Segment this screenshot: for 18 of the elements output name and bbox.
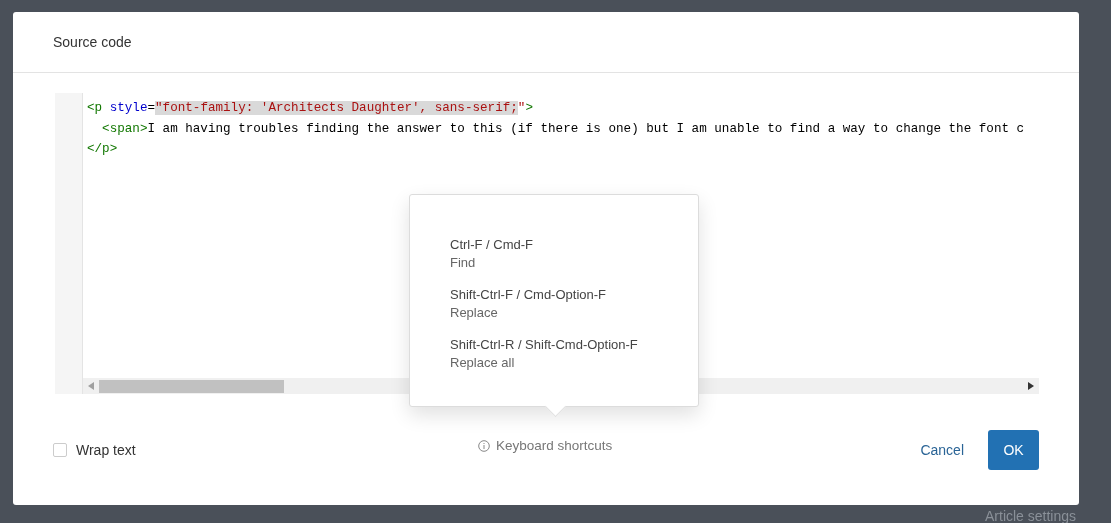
shortcut-keys: Shift-Ctrl-R / Shift-Cmd-Option-F: [450, 337, 658, 352]
scrollbar-thumb[interactable]: [99, 379, 284, 393]
wrap-text-label[interactable]: Wrap text: [76, 441, 136, 458]
shortcut-keys: Shift-Ctrl-F / Cmd-Option-F: [450, 287, 658, 302]
cancel-link[interactable]: Cancel: [920, 441, 964, 458]
code-line: </p>: [87, 141, 118, 158]
shortcut-action: Replace all: [450, 355, 516, 370]
info-icon: [478, 439, 490, 452]
code-line: <span>I am having troubles finding the answer to this (if there is one) but I am unable to find a way to change the font c: [101, 120, 1025, 138]
shortcut-keys: Ctrl-F / Cmd-F: [450, 237, 658, 252]
panel-label: Article settings: [985, 508, 1077, 523]
ok-button[interactable]: OK: [988, 429, 1039, 470]
code-line: <p style="font-family: 'Architects Daughter', sans-serif;">: [87, 100, 533, 117]
shortcut-action: Replace: [450, 305, 499, 320]
shortcut-action: Find: [450, 255, 477, 270]
wrap-text-checkbox[interactable]: [53, 442, 67, 457]
keyboard-shortcuts-link[interactable]: Keyboard shortcuts: [496, 438, 613, 453]
dialog-title: Source code: [53, 34, 132, 50]
